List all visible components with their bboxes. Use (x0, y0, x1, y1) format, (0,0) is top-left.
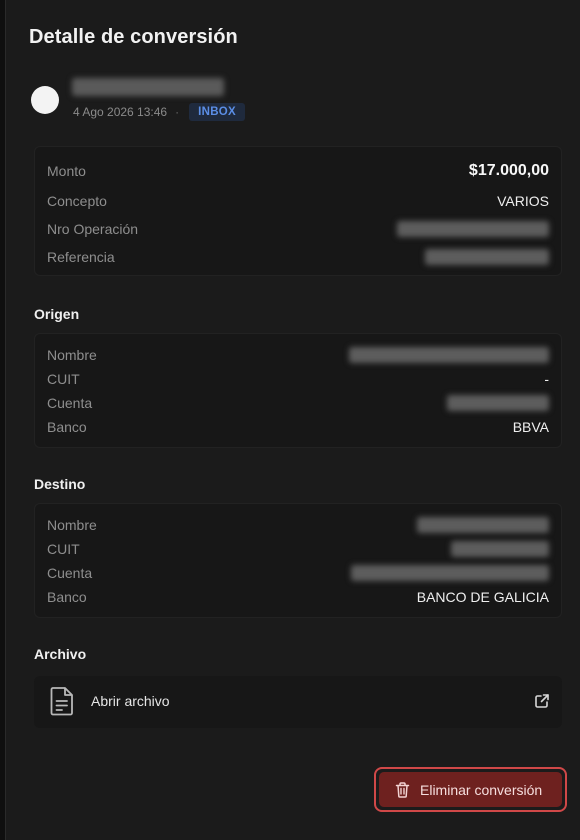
value-origen-nombre-redacted (349, 347, 549, 363)
row-destino-banco: Banco BANCO DE GALICIA (47, 587, 549, 607)
value-origen-banco: BBVA (512, 419, 549, 435)
label-destino-cuenta: Cuenta (47, 565, 93, 581)
delete-conversion-label: Eliminar conversión (420, 781, 543, 798)
value-destino-nombre-redacted (417, 517, 549, 533)
label-destino-nombre: Nombre (47, 517, 97, 533)
value-concepto: VARIOS (497, 193, 549, 209)
conversion-detail-panel: Detalle de conversión 4 Ago 2026 13:46 ·… (5, 0, 580, 840)
destino-card: Nombre CUIT Cuenta Banco BANCO DE GALICI… (34, 503, 562, 618)
label-origen-nombre: Nombre (47, 347, 97, 363)
value-origen-cuit: - (544, 371, 549, 387)
row-origen-nombre: Nombre (47, 345, 549, 365)
value-monto: $17.000,00 (468, 162, 549, 179)
sender-name-redacted (72, 78, 224, 96)
label-origen-cuenta: Cuenta (47, 395, 93, 411)
timestamp: 4 Ago 2026 13:46 (73, 105, 168, 119)
section-title-destino: Destino (34, 476, 86, 492)
row-destino-cuenta: Cuenta (47, 563, 549, 583)
section-title-archivo: Archivo (34, 646, 87, 662)
open-file-button[interactable]: Abrir archivo (34, 676, 562, 728)
sender-meta: 4 Ago 2026 13:46 · INBOX (73, 103, 246, 121)
row-referencia: Referencia (47, 247, 549, 267)
meta-separator: · (175, 105, 180, 119)
value-origen-cuenta-redacted (447, 395, 549, 411)
label-concepto: Concepto (47, 193, 107, 209)
status-badge: INBOX (189, 103, 246, 121)
sender-header: 4 Ago 2026 13:46 · INBOX (29, 76, 549, 124)
trash-icon (395, 781, 410, 798)
delete-conversion-focus-ring: Eliminar conversión (374, 767, 567, 812)
label-nro-operacion: Nro Operación (47, 221, 139, 237)
value-destino-banco: BANCO DE GALICIA (416, 589, 549, 605)
avatar (31, 86, 59, 114)
row-destino-cuit: CUIT (47, 539, 549, 559)
row-origen-cuit: CUIT - (47, 369, 549, 389)
label-origen-banco: Banco (47, 419, 87, 435)
open-file-label: Abrir archivo (91, 693, 170, 709)
label-destino-banco: Banco (47, 589, 87, 605)
document-icon (50, 687, 73, 716)
summary-card: Monto $17.000,00 Concepto VARIOS Nro Ope… (34, 146, 562, 276)
value-destino-cuit-redacted (451, 541, 549, 557)
section-title-origen: Origen (34, 306, 80, 322)
label-monto: Monto (47, 163, 86, 179)
row-nro-operacion: Nro Operación (47, 219, 549, 239)
label-origen-cuit: CUIT (47, 371, 80, 387)
origen-card: Nombre CUIT - Cuenta Banco BBVA (34, 333, 562, 448)
row-origen-cuenta: Cuenta (47, 393, 549, 413)
row-concepto: Concepto VARIOS (47, 191, 549, 211)
delete-conversion-button[interactable]: Eliminar conversión (379, 772, 562, 807)
value-destino-cuenta-redacted (351, 565, 549, 581)
external-link-icon[interactable] (534, 693, 550, 709)
label-referencia: Referencia (47, 249, 115, 265)
value-nro-operacion-redacted (397, 221, 549, 237)
label-destino-cuit: CUIT (47, 541, 80, 557)
page-title: Detalle de conversión (29, 26, 238, 48)
row-destino-nombre: Nombre (47, 515, 549, 535)
value-referencia-redacted (425, 249, 549, 265)
row-monto: Monto $17.000,00 (47, 161, 549, 181)
row-origen-banco: Banco BBVA (47, 417, 549, 437)
